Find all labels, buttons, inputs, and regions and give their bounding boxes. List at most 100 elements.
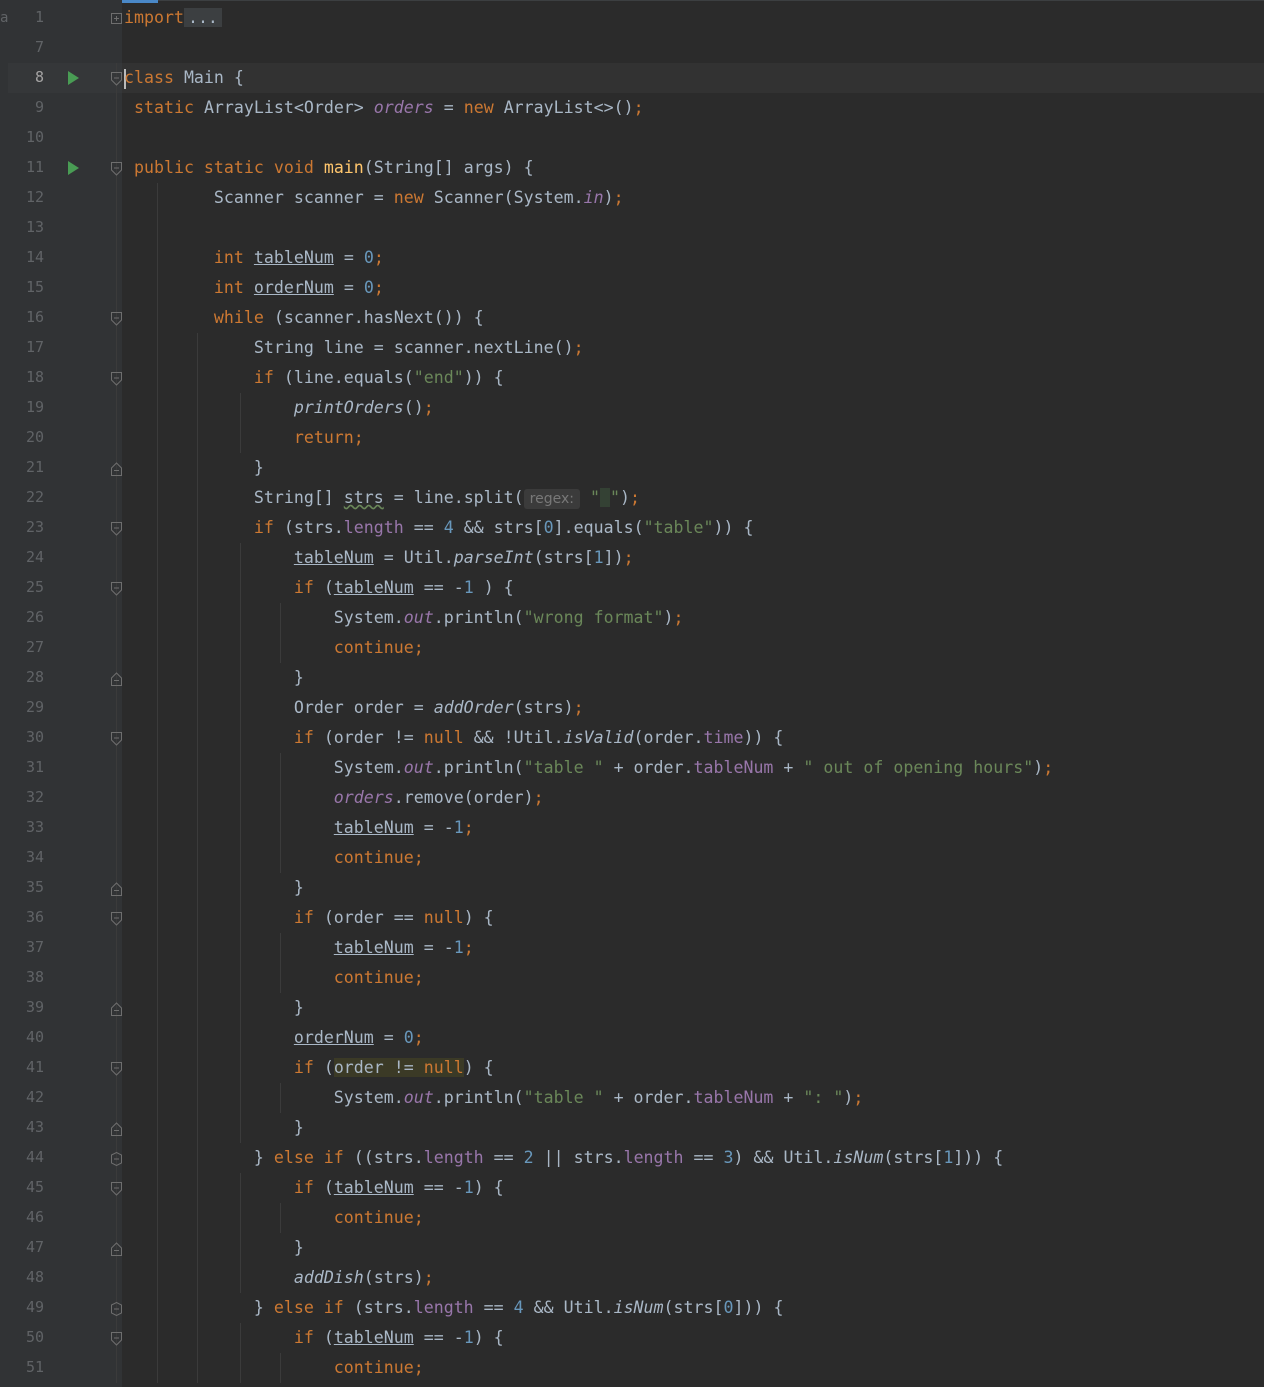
fold-collapse-icon[interactable] [111, 161, 122, 176]
code-line[interactable]: System.out.println("table " + order.tabl… [124, 1083, 864, 1113]
code-line[interactable]: } [124, 1113, 304, 1143]
fold-collapse-icon[interactable] [111, 1181, 122, 1196]
fold-collapse-icon[interactable] [111, 731, 122, 746]
code-line[interactable]: } [124, 663, 304, 693]
code-line[interactable]: } [124, 1233, 304, 1263]
line-number[interactable]: 23 [8, 518, 44, 536]
code-line[interactable]: if (order != null) { [124, 1053, 494, 1083]
line-number[interactable]: 7 [8, 38, 44, 56]
code-line[interactable]: int tableNum = 0; [124, 243, 384, 273]
line-number[interactable]: 34 [8, 848, 44, 866]
code-line[interactable]: if (order == null) { [124, 903, 494, 933]
fold-collapse-icon[interactable] [111, 521, 122, 536]
fold-end-icon[interactable] [111, 1121, 122, 1136]
line-number[interactable]: 38 [8, 968, 44, 986]
line-number[interactable]: 45 [8, 1178, 44, 1196]
code-line[interactable]: tableNum = -1; [124, 933, 474, 963]
code-line[interactable]: public static void main(String[] args) { [124, 153, 534, 183]
code-line[interactable]: class Main { [124, 63, 244, 93]
fold-toggle-icon[interactable] [111, 1151, 122, 1167]
code-line[interactable]: continue; [124, 633, 424, 663]
line-number[interactable]: 32 [8, 788, 44, 806]
line-number[interactable]: 42 [8, 1088, 44, 1106]
fold-collapse-icon[interactable] [111, 371, 122, 386]
code-line[interactable]: while (scanner.hasNext()) { [124, 303, 484, 333]
code-line[interactable]: } else if (strs.length == 4 && Util.isNu… [124, 1293, 784, 1323]
code-line[interactable]: tableNum = Util.parseInt(strs[1]); [124, 543, 634, 573]
line-number[interactable]: 35 [8, 878, 44, 896]
line-number[interactable]: 12 [8, 188, 44, 206]
code-line[interactable]: tableNum = -1; [124, 813, 474, 843]
code-line[interactable]: if (line.equals("end")) { [124, 363, 504, 393]
line-number[interactable]: 47 [8, 1238, 44, 1256]
line-number[interactable]: 29 [8, 698, 44, 716]
fold-end-icon[interactable] [111, 881, 122, 896]
line-number[interactable]: 31 [8, 758, 44, 776]
fold-end-icon[interactable] [111, 461, 122, 476]
line-number[interactable]: 21 [8, 458, 44, 476]
fold-end-icon[interactable] [111, 1001, 122, 1016]
code-line[interactable]: System.out.println("table " + order.tabl… [124, 753, 1053, 783]
code-line[interactable]: Order order = addOrder(strs); [124, 693, 584, 723]
line-number[interactable]: 46 [8, 1208, 44, 1226]
code-line[interactable]: if (strs.length == 4 && strs[0].equals("… [124, 513, 754, 543]
code-line[interactable]: orderNum = 0; [124, 1023, 424, 1053]
fold-collapse-icon[interactable] [111, 1061, 122, 1076]
code-line[interactable]: if (tableNum == -1 ) { [124, 573, 514, 603]
line-number[interactable]: 30 [8, 728, 44, 746]
line-number[interactable]: 43 [8, 1118, 44, 1136]
line-number[interactable]: 36 [8, 908, 44, 926]
line-number[interactable]: 26 [8, 608, 44, 626]
fold-end-icon[interactable] [111, 671, 122, 686]
code-line[interactable]: static ArrayList<Order> orders = new Arr… [124, 93, 644, 123]
line-number[interactable]: 44 [8, 1148, 44, 1166]
code-line[interactable]: import... [124, 3, 222, 33]
line-number[interactable]: 16 [8, 308, 44, 326]
line-number[interactable]: 39 [8, 998, 44, 1016]
code-line[interactable]: if (tableNum == -1) { [124, 1323, 504, 1353]
line-number[interactable]: 14 [8, 248, 44, 266]
line-number[interactable]: 15 [8, 278, 44, 296]
line-number[interactable]: 37 [8, 938, 44, 956]
code-editor[interactable]: a 1 7 8 9 10 11 12 13 14 15 16 17 18 19 20 21 22 23 24 25 26… [0, 0, 1264, 1387]
code-line[interactable]: orders.remove(order); [124, 783, 544, 813]
fold-collapse-icon[interactable] [111, 911, 122, 926]
code-line[interactable]: } [124, 453, 264, 483]
line-number[interactable]: 40 [8, 1028, 44, 1046]
line-number[interactable]: 18 [8, 368, 44, 386]
fold-expand-icon[interactable] [111, 11, 122, 25]
code-line[interactable]: continue; [124, 963, 424, 993]
line-number[interactable]: 49 [8, 1298, 44, 1316]
code-line[interactable]: } else if ((strs.length == 2 || strs.len… [124, 1143, 1003, 1173]
line-number[interactable]: 41 [8, 1058, 44, 1076]
line-number[interactable]: 25 [8, 578, 44, 596]
line-number[interactable]: 51 [8, 1358, 44, 1376]
line-number[interactable]: 19 [8, 398, 44, 416]
line-number[interactable]: 11 [8, 158, 44, 176]
code-line[interactable]: addDish(strs); [124, 1263, 434, 1293]
code-line[interactable]: Scanner scanner = new Scanner(System.in)… [124, 183, 624, 213]
line-number[interactable]: 24 [8, 548, 44, 566]
fold-collapse-icon[interactable] [111, 311, 122, 326]
line-number[interactable]: 9 [8, 98, 44, 116]
code-line[interactable]: int orderNum = 0; [124, 273, 384, 303]
run-gutter-icon[interactable] [68, 161, 79, 175]
code-line[interactable]: } [124, 993, 304, 1023]
code-line[interactable]: if (order != null && !Util.isValid(order… [124, 723, 784, 753]
line-number[interactable]: 8 [8, 68, 44, 86]
line-number[interactable]: 20 [8, 428, 44, 446]
code-line[interactable]: return; [124, 423, 364, 453]
line-number[interactable]: 50 [8, 1328, 44, 1346]
line-number[interactable]: 33 [8, 818, 44, 836]
fold-collapse-icon[interactable] [111, 581, 122, 596]
code-line[interactable]: continue; [124, 843, 424, 873]
line-number[interactable]: 1 [8, 8, 44, 26]
line-number[interactable]: 22 [8, 488, 44, 506]
line-number[interactable]: 28 [8, 668, 44, 686]
line-number[interactable]: 48 [8, 1268, 44, 1286]
line-number[interactable]: 27 [8, 638, 44, 656]
code-line[interactable]: String line = scanner.nextLine(); [124, 333, 584, 363]
code-line[interactable]: if (tableNum == -1) { [124, 1173, 504, 1203]
run-gutter-icon[interactable] [68, 71, 79, 85]
fold-collapse-icon[interactable] [111, 71, 122, 86]
